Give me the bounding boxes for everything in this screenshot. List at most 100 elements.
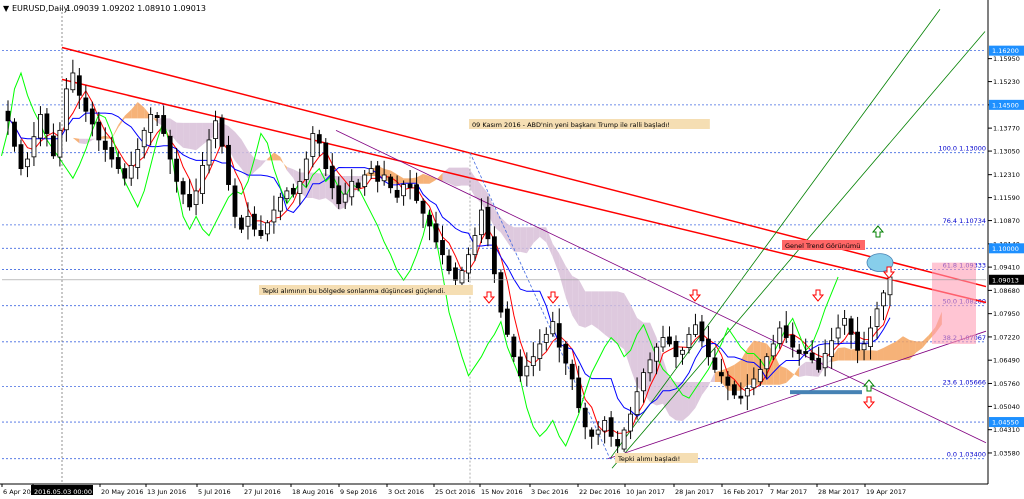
kumo-segment xyxy=(319,173,326,200)
kumo-segment xyxy=(617,291,625,350)
x-tick-label: 3 Dec 2016 xyxy=(531,488,568,496)
candle-body xyxy=(472,235,478,256)
candle-body xyxy=(297,180,303,194)
candle-body xyxy=(848,318,854,335)
level-tag-label: 1.14500 xyxy=(992,101,1019,109)
candle-body xyxy=(355,182,361,189)
candle-body xyxy=(537,343,543,359)
candle-body xyxy=(31,136,37,158)
kumo-segment xyxy=(455,167,462,187)
candle-body xyxy=(543,333,549,343)
candle-body xyxy=(498,272,504,313)
kumo-segment xyxy=(520,227,527,254)
candle-body xyxy=(855,331,860,351)
candle-body xyxy=(265,222,270,235)
candle-body xyxy=(76,75,82,96)
candle-body xyxy=(511,336,517,358)
candle-body xyxy=(712,357,718,370)
candle-body xyxy=(706,338,711,358)
x-tick-label: 3 Oct 2016 xyxy=(388,488,424,496)
candle-body xyxy=(50,135,56,157)
candle-body xyxy=(686,333,692,348)
candle-body xyxy=(673,340,679,358)
kumo-segment xyxy=(189,122,197,151)
candle-body xyxy=(751,378,757,389)
x-tick-label: 22 Dec 2016 xyxy=(579,488,621,496)
kumo-segment xyxy=(449,167,456,187)
candle-body xyxy=(57,129,63,158)
x-tick-label: 7 Mar 2017 xyxy=(770,488,807,496)
y-tick-label: 1.05760 xyxy=(993,380,1020,388)
candle-body xyxy=(842,318,848,326)
x-tick-label: 9 Sep 2016 xyxy=(340,488,377,496)
candle-body xyxy=(271,209,277,223)
level-tag-label: 1.16200 xyxy=(992,47,1019,55)
y-tick-label: 1.13050 xyxy=(993,148,1020,156)
candle-body xyxy=(258,230,264,236)
candle-body xyxy=(161,115,167,134)
kumo-segment xyxy=(870,350,878,361)
x-tick-label: 15 Nov 2016 xyxy=(481,488,523,496)
candle-body xyxy=(174,158,180,182)
candle-body xyxy=(861,343,867,351)
candle-body xyxy=(44,113,50,134)
candle-body xyxy=(699,321,705,342)
kumo-segment xyxy=(864,350,871,361)
annotation-text: Genel Trend Görünümü xyxy=(785,242,860,250)
candle-body xyxy=(835,327,841,339)
candle-body xyxy=(615,439,621,447)
chart-canvas: 100.0 1.1300076.4 1.1073461.8 1.0933350.… xyxy=(0,0,1024,499)
candle-body xyxy=(654,346,659,362)
y-tick-label: 1.08680 xyxy=(993,287,1020,295)
candle-body xyxy=(459,270,465,284)
candle-body xyxy=(453,267,458,281)
candle-body xyxy=(368,168,374,174)
candle-body xyxy=(362,174,368,188)
x-tick-label: 18 Aug 2016 xyxy=(292,488,334,496)
menu-arrow-icon[interactable]: ▼ xyxy=(3,4,10,13)
candle-body xyxy=(388,176,394,189)
candle-body xyxy=(310,133,316,157)
candle-body xyxy=(803,351,809,354)
candle-body xyxy=(316,134,322,144)
candle-body xyxy=(277,196,283,212)
candle-body xyxy=(809,352,815,361)
x-tick-label: 10 Jan 2017 xyxy=(626,488,665,496)
candle-body xyxy=(783,325,789,338)
fib-level-label: 23.6 1.05666 xyxy=(943,378,986,386)
candle-body xyxy=(323,142,329,170)
candle-body xyxy=(595,429,601,435)
candle-body xyxy=(770,343,776,357)
candle-body xyxy=(252,213,257,230)
candle-body xyxy=(128,165,134,179)
x-tick-label: 13 Jun 2016 xyxy=(147,488,186,496)
kumo-segment xyxy=(844,347,852,361)
candle-body xyxy=(693,324,698,335)
y-tick-label: 1.12310 xyxy=(993,171,1020,179)
kumo-segment xyxy=(682,381,689,421)
candle-body xyxy=(822,353,828,369)
candle-body xyxy=(38,114,43,139)
candle-body xyxy=(219,117,225,147)
candle-body xyxy=(524,365,530,377)
candle-body xyxy=(868,327,873,347)
candle-body xyxy=(96,121,102,141)
x-tick-label: 5 Jul 2016 xyxy=(198,488,231,496)
candle-body xyxy=(401,184,407,197)
candle-body xyxy=(420,200,426,214)
y-tick-label: 1.09410 xyxy=(993,264,1020,272)
candle-body xyxy=(874,308,880,327)
candle-body xyxy=(504,308,510,335)
kumo-segment xyxy=(604,291,612,340)
candle-body xyxy=(680,349,685,355)
x-tick-label: 28 Jan 2017 xyxy=(675,488,714,496)
candle-body xyxy=(83,97,89,112)
candle-body xyxy=(738,395,744,399)
candle-body xyxy=(187,193,192,208)
candle-body xyxy=(12,121,17,147)
kumo-segment xyxy=(585,291,592,328)
candle-body xyxy=(628,413,633,432)
candle-body xyxy=(381,174,387,182)
candle-body xyxy=(414,184,419,201)
candle-body xyxy=(660,337,666,348)
